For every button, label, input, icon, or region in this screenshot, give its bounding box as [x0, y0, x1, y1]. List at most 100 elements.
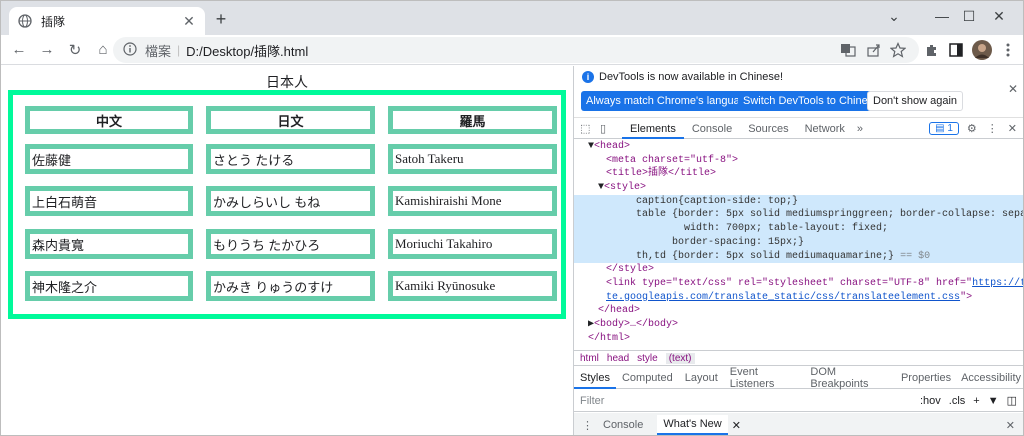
css-line[interactable]: table {border: 5px solid mediumspringgre… — [574, 208, 1023, 223]
kebab-menu-icon[interactable] — [995, 37, 1021, 63]
extensions-puzzle-icon[interactable] — [919, 37, 945, 63]
styles-subtabs: Styles Computed Layout Event Listeners D… — [574, 366, 1023, 390]
tree-node-html-end[interactable]: </html> — [574, 332, 1023, 346]
devtools-tabs: ⬚ ▯ Elements Console Sources Network » ▤… — [574, 119, 1023, 139]
settings-gear-icon[interactable]: ⚙ — [967, 122, 977, 135]
table-caption: 日本人 — [266, 76, 308, 91]
dismiss-button[interactable]: Don't show again — [867, 91, 964, 111]
cls-toggle[interactable]: .cls — [949, 395, 966, 407]
breadcrumb-item[interactable]: html — [580, 353, 599, 364]
table-cell: 上白石萌音 — [25, 186, 193, 216]
message-icon: ▤ — [935, 123, 945, 134]
tab-close-icon[interactable]: ✕ — [181, 13, 197, 29]
table-cell: もりうち たかひろ — [206, 229, 375, 259]
tree-node-head[interactable]: ▼<head> — [574, 140, 1023, 154]
tree-node-body[interactable]: ▶<body>…</body> — [574, 318, 1023, 332]
tree-node-style-end[interactable]: </style> — [574, 263, 1023, 277]
language-banner: i DevTools is now available in Chinese! … — [574, 66, 1023, 118]
table-cell: 佐藤健 — [25, 144, 193, 174]
styles-filter-bar: Filter :hov .cls + ▼ ◫ — [574, 390, 1023, 412]
tree-node-meta[interactable]: <meta charset="utf-8"> — [574, 154, 1023, 168]
new-tab-button[interactable]: + — [211, 9, 231, 29]
table-cell: さとう たける — [206, 144, 375, 174]
devtools-panel: i DevTools is now available in Chinese! … — [573, 66, 1023, 435]
filter-input[interactable]: Filter — [580, 395, 920, 407]
address-bar[interactable]: 檔案 | D:/Desktop/插隊.html — [113, 37, 919, 63]
avatar[interactable] — [969, 37, 995, 63]
css-line[interactable]: caption{caption-side: top;} — [574, 194, 1023, 209]
subtab-styles[interactable]: Styles — [574, 367, 616, 389]
subtab-accessibility[interactable]: Accessibility — [957, 372, 1023, 384]
add-rule-icon[interactable]: + — [973, 395, 979, 407]
page-viewport: 日本人 中文 日文 羅馬 佐藤健 さとう たける Satoh Takeru 上白… — [1, 66, 573, 435]
sidebar-toggle-icon[interactable]: ◫ — [1007, 394, 1017, 407]
match-language-button[interactable]: Always match Chrome's language — [581, 91, 757, 111]
table-cell: Moriuchi Takahiro — [388, 229, 557, 259]
chevron-down-icon[interactable]: ⌄ — [871, 3, 917, 29]
translate-icon[interactable] — [835, 37, 861, 63]
css-line[interactable]: border-spacing: 15px;} — [574, 235, 1023, 250]
issues-badge[interactable]: ▤ 1 — [929, 122, 959, 135]
url-text: D:/Desktop/插隊.html — [186, 43, 309, 59]
kebab-menu-icon[interactable]: ⋮ — [987, 122, 998, 135]
elements-tree: ▼<head> <meta charset="utf-8"> <title>插隊… — [574, 140, 1023, 350]
tab-elements[interactable]: Elements — [622, 119, 684, 139]
bookmark-star-icon[interactable] — [885, 37, 911, 63]
subtab-computed[interactable]: Computed — [616, 372, 679, 384]
browser-tab[interactable]: 插隊 ✕ — [9, 7, 205, 35]
subtab-event-listeners[interactable]: Event Listeners — [724, 366, 805, 390]
hov-toggle[interactable]: :hov — [920, 395, 941, 407]
css-line[interactable]: th,td {border: 5px solid mediumaquamarin… — [574, 249, 1023, 264]
drawer-tab-close-icon[interactable]: ✕ — [732, 419, 741, 432]
banner-close-icon[interactable]: ✕ — [1008, 82, 1018, 96]
banner-text: DevTools is now available in Chinese! — [599, 71, 784, 83]
back-icon[interactable]: ← — [5, 36, 33, 64]
reload-icon[interactable]: ↻ — [61, 36, 89, 64]
tree-node-style[interactable]: ▼<style> — [574, 181, 1023, 195]
close-devtools-icon[interactable]: ✕ — [1008, 122, 1017, 135]
inspect-icon[interactable]: ⬚ — [580, 122, 600, 135]
subtab-properties[interactable]: Properties — [895, 372, 957, 384]
share-icon[interactable] — [861, 37, 887, 63]
tab-strip: 插隊 ✕ + ⌄ — ☐ ✕ — [1, 1, 1023, 35]
breadcrumb-item[interactable]: head — [607, 353, 629, 364]
table-cell: Satoh Takeru — [388, 144, 557, 174]
switch-language-button[interactable]: Switch DevTools to Chinese — [738, 91, 885, 111]
table-cell: 森内貴寬 — [25, 229, 193, 259]
device-toggle-icon[interactable]: ▯ — [600, 122, 622, 135]
header-chinese: 中文 — [25, 106, 193, 134]
table-cell: かみしらいし もね — [206, 186, 375, 216]
address-separator: | — [177, 43, 181, 57]
breadcrumb-item[interactable]: style — [637, 353, 658, 364]
tab-network[interactable]: Network — [797, 123, 853, 135]
subtab-dom-breakpoints[interactable]: DOM Breakpoints — [804, 366, 895, 390]
table-cell: 神木隆之介 — [25, 271, 193, 301]
tree-node-head-end[interactable]: </head> — [574, 304, 1023, 318]
drawer-close-icon[interactable]: ✕ — [1006, 419, 1015, 432]
kebab-menu-icon[interactable]: ⋮ — [582, 419, 593, 432]
info-icon: i — [582, 71, 594, 83]
paint-icon[interactable]: ▼ — [988, 395, 999, 407]
close-window-icon[interactable]: ✕ — [976, 3, 1022, 29]
more-tabs-icon[interactable]: » — [853, 123, 867, 135]
tab-sources[interactable]: Sources — [740, 123, 796, 135]
forward-icon[interactable]: → — [33, 36, 61, 64]
table-cell: Kamiki Ryūnosuke — [388, 271, 557, 301]
header-romaji: 羅馬 — [388, 106, 557, 134]
breadcrumb-item[interactable]: (text) — [665, 352, 695, 364]
browser-toolbar: ← → ↻ ⌂ 檔案 | D:/Desktop/插隊.html — [1, 35, 1023, 65]
table-cell: かみき りゅうのすけ — [206, 271, 375, 301]
drawer-tab-whats-new[interactable]: What's New — [657, 415, 728, 435]
browser-window: 插隊 ✕ + ⌄ — ☐ ✕ ← → ↻ ⌂ 檔案 | D:/Desktop/插… — [0, 0, 1024, 436]
tree-node-link-cont[interactable]: te.googleapis.com/translate_static/css/t… — [574, 291, 1023, 305]
side-panel-icon[interactable] — [943, 37, 969, 63]
tree-node-link[interactable]: <link type="text/css" rel="stylesheet" c… — [574, 277, 1023, 291]
globe-icon — [17, 13, 33, 29]
info-icon[interactable] — [123, 42, 139, 58]
breadcrumb: html head style (text) — [574, 350, 1023, 366]
tab-console[interactable]: Console — [684, 123, 740, 135]
drawer-tab-console[interactable]: Console — [603, 419, 643, 431]
subtab-layout[interactable]: Layout — [679, 372, 724, 384]
tree-node-title[interactable]: <title>插隊</title> — [574, 167, 1023, 181]
css-line[interactable]: width: 700px; table-layout: fixed; — [574, 222, 1023, 236]
